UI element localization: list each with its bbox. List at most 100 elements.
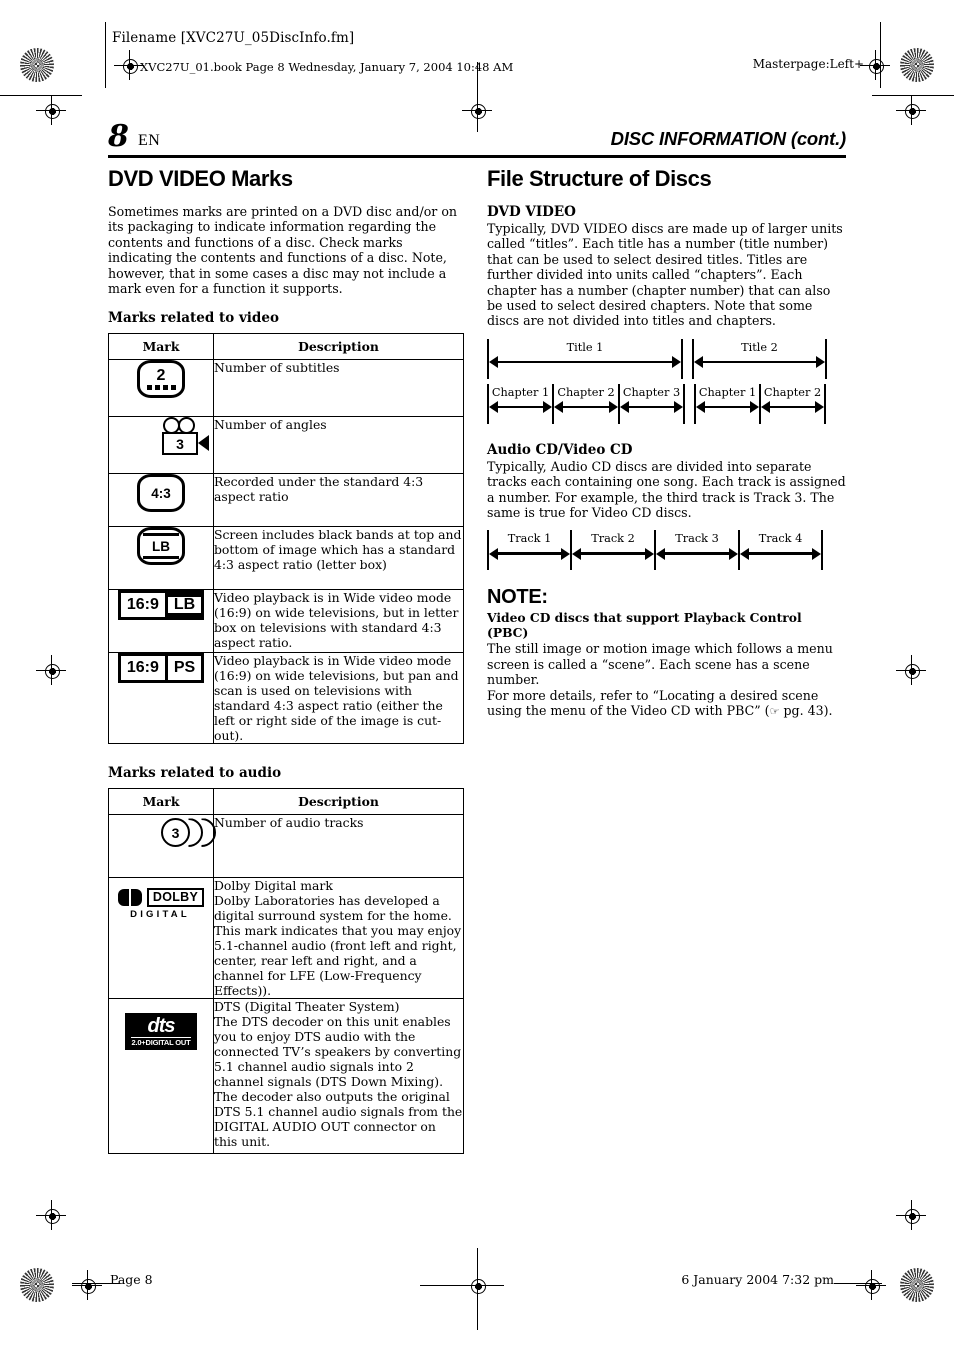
chapter-segment: Chapter 1 bbox=[694, 383, 760, 424]
track-segment: Track 4 bbox=[739, 530, 823, 571]
dts-logo: dts 2.0+DIGITAL OUT bbox=[125, 1013, 197, 1051]
registration-rosette-bottom-left bbox=[20, 1268, 54, 1302]
mark-cell: dts 2.0+DIGITAL OUT bbox=[108, 998, 214, 1155]
heading-audio-cd-video-cd: Audio CD/Video CD bbox=[487, 441, 633, 458]
dts-wordmark: dts bbox=[147, 1015, 176, 1038]
mark-cell: 2 bbox=[108, 359, 214, 418]
camera-lens bbox=[198, 435, 209, 452]
dts-sub-label: 2.0+DIGITAL OUT bbox=[131, 1037, 191, 1049]
footer-rule-right bbox=[834, 1283, 882, 1284]
table-row: LB Screen includes black bands at top an… bbox=[108, 526, 464, 591]
left-column: DVD VIDEO Marks Sometimes marks are prin… bbox=[108, 166, 468, 1155]
track-row: Track 1 Track 2 Track 3 Track 4 bbox=[487, 530, 847, 571]
chapter-label: Chapter 2 bbox=[557, 385, 615, 399]
mark-cell: 16:9 PS bbox=[108, 652, 214, 745]
registration-rosette-top-right bbox=[900, 48, 934, 82]
letterbox-bar-top bbox=[143, 533, 179, 537]
track-label: Track 1 bbox=[507, 532, 552, 546]
page-number: 8 bbox=[108, 119, 129, 154]
intro-paragraph: Sometimes marks are printed on a DVD dis… bbox=[108, 204, 458, 297]
mark-cell: 3 bbox=[108, 814, 216, 879]
mark-cell: DOLBY DIGITAL bbox=[108, 877, 214, 1000]
note-title: NOTE: bbox=[487, 586, 548, 609]
print-filename: Filename [XVC27U_05DiscInfo.fm] bbox=[112, 30, 355, 46]
column-header-description: Description bbox=[213, 788, 464, 816]
track-span-arrow bbox=[740, 546, 821, 562]
heading-marks-related-to-audio: Marks related to audio bbox=[108, 765, 282, 782]
description-cell: Number of angles bbox=[213, 416, 464, 475]
chapter-span-arrow bbox=[696, 400, 759, 415]
chapter-span-arrow bbox=[489, 400, 552, 415]
table-row: 3 Number of audio tracks bbox=[108, 814, 464, 879]
crop-mark-top-right bbox=[872, 95, 954, 96]
badge-16-9-value: 16:9 bbox=[126, 659, 159, 677]
note-reference-text-post: pg. 43). bbox=[779, 703, 833, 719]
mark-cell: LB bbox=[108, 526, 214, 591]
track-span-arrow bbox=[572, 546, 654, 562]
page-language-code: EN bbox=[138, 132, 161, 149]
title-label: Title 2 bbox=[741, 340, 778, 354]
print-bookline: XVC27U_01.book Page 8 Wednesday, January… bbox=[140, 60, 514, 74]
registration-rosette-top-left bbox=[20, 48, 54, 82]
registration-target-bottom-left bbox=[72, 1270, 102, 1300]
dvd-video-paragraph: Typically, DVD VIDEO discs are made up o… bbox=[487, 221, 843, 329]
footer-timestamp: 6 January 2004 7:32 pm bbox=[681, 1272, 834, 1287]
heading-marks-related-to-video: Marks related to video bbox=[108, 310, 279, 327]
title-span-arrow bbox=[489, 355, 681, 370]
badge-lb-value: LB bbox=[167, 593, 202, 618]
track-label: Track 2 bbox=[591, 532, 635, 546]
chapter-span-arrow bbox=[761, 400, 824, 415]
track-span-arrow bbox=[489, 546, 570, 562]
badge-16-9-value: 16:9 bbox=[126, 596, 159, 614]
track-label: Track 3 bbox=[675, 532, 719, 546]
chapter-label: Chapter 2 bbox=[763, 385, 822, 399]
chapter-segment: Chapter 2 bbox=[760, 383, 826, 424]
crop-mark-bottom-center-v bbox=[477, 1248, 478, 1330]
tv-subtitles-icon-value: 2 bbox=[156, 367, 166, 385]
page-title-file-structure: File Structure of Discs bbox=[487, 166, 712, 191]
chapter-segment: Chapter 2 bbox=[553, 383, 619, 424]
title-segment: Title 2 bbox=[692, 338, 827, 379]
dvd-structure-diagram: Title 1 Title 2 Chapter 1 Chapter 2 Chap… bbox=[487, 338, 847, 424]
crop-mark-bottom-center bbox=[420, 1285, 504, 1286]
page-header: 8 EN DISC INFORMATION (cont.) bbox=[108, 118, 846, 152]
description-cell: Dolby Digital mark Dolby Laboratories ha… bbox=[213, 877, 464, 1000]
heading-dvd-video: DVD VIDEO bbox=[487, 204, 576, 220]
mark-cell: 4:3 bbox=[108, 473, 214, 528]
print-masterpage: Masterpage:Left+ bbox=[752, 57, 864, 71]
page-title-dvd-video-marks: DVD VIDEO Marks bbox=[108, 166, 293, 191]
registration-target-left-middle bbox=[36, 655, 66, 685]
registration-target-bottom-right bbox=[856, 1270, 886, 1300]
dolby-digital-logo: DOLBY DIGITAL bbox=[117, 888, 205, 921]
audio-cd-paragraph: Typically, Audio CD discs are divided in… bbox=[487, 458, 846, 521]
dolby-wordmark: DOLBY bbox=[146, 888, 205, 908]
header-right-rule bbox=[880, 22, 881, 88]
table-row: 2 Number of subtitles bbox=[108, 359, 464, 418]
column-header-mark: Mark bbox=[108, 333, 214, 361]
running-head: DISC INFORMATION (cont.) bbox=[610, 128, 847, 149]
chapter-label: Chapter 1 bbox=[491, 385, 550, 399]
description-cell: Number of subtitles bbox=[213, 359, 464, 418]
chapter-row: Chapter 1 Chapter 2 Chapter 3 Chapter 1 … bbox=[487, 383, 847, 424]
title-row: Title 1 Title 2 bbox=[487, 338, 847, 379]
tv-letterbox-icon-value: LB bbox=[152, 538, 170, 554]
table-row: 16:9 LB Video playback is in Wide video … bbox=[108, 589, 464, 654]
column-header-mark: Mark bbox=[108, 788, 214, 816]
description-cell: DTS (Digital Theater System) The DTS dec… bbox=[213, 998, 464, 1155]
chapter-span-arrow bbox=[620, 400, 683, 415]
diagram-gap bbox=[683, 339, 692, 379]
crop-mark-top-left bbox=[0, 95, 82, 96]
table-header-row: Mark Description bbox=[108, 788, 464, 816]
description-cell: Screen includes black bands at top and b… bbox=[213, 526, 464, 591]
note-subtitle: Video CD discs that support Playback Con… bbox=[487, 610, 802, 641]
note-paragraph-2: For more details, refer to “Locating a d… bbox=[487, 688, 847, 720]
track-segment: Track 2 bbox=[571, 530, 655, 571]
header-left-rule bbox=[105, 22, 106, 88]
dolby-digital-subword: DIGITAL bbox=[130, 909, 190, 921]
tv-aspect-icon-value: 4:3 bbox=[151, 485, 171, 501]
registration-target-right-middle bbox=[896, 655, 926, 685]
registration-rosette-bottom-right bbox=[900, 1268, 934, 1302]
camera-angles-icon-value: 3 bbox=[162, 432, 198, 456]
title-segment: Title 1 bbox=[487, 338, 683, 379]
table-row: 3 Number of angles bbox=[108, 416, 464, 475]
